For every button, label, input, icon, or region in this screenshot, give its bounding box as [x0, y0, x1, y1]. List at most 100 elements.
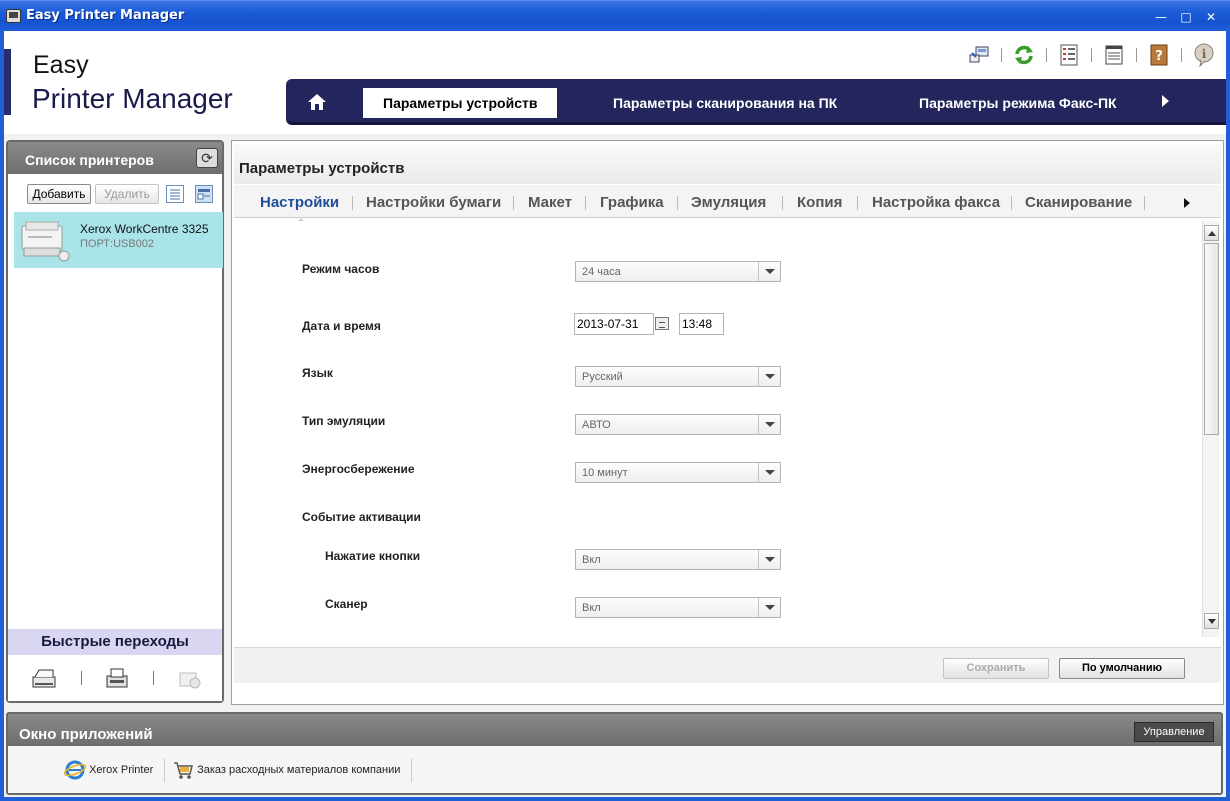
chevron-down-icon[interactable]	[758, 415, 780, 434]
list-view-icon[interactable]	[1057, 43, 1081, 67]
maximize-button[interactable]: □	[1177, 8, 1195, 26]
app-label: Заказ расходных материалов компании	[197, 764, 401, 776]
tab-graphics[interactable]: Графика	[600, 194, 664, 211]
printer-list-panel: Список принтеров ⟳ Добавить Удалить Xero…	[6, 140, 224, 703]
home-icon[interactable]	[306, 92, 328, 112]
clock-mode-value: 24 часа	[582, 266, 621, 278]
language-label: Язык	[302, 366, 333, 380]
tabs-scroll-right-icon[interactable]	[1184, 198, 1190, 208]
calendar-icon[interactable]	[655, 317, 669, 330]
printer-list-header: Список принтеров ⟳	[8, 142, 222, 174]
tab-settings[interactable]: Настройки	[260, 194, 339, 211]
default-button[interactable]: По умолчанию	[1059, 658, 1185, 679]
tab-separator	[352, 196, 353, 210]
quick-jump-separator	[153, 671, 154, 685]
nav-tab-device-settings[interactable]: Параметры устройств	[363, 88, 558, 118]
tab-separator	[782, 196, 783, 210]
button-press-select[interactable]: Вкл	[575, 549, 781, 570]
language-value: Русский	[582, 371, 623, 383]
tab-emulation[interactable]: Эмуляция	[691, 194, 766, 211]
vertical-scrollbar[interactable]	[1202, 221, 1219, 637]
scanner-select[interactable]: Вкл	[575, 597, 781, 618]
panel-title: Параметры устройств	[239, 160, 405, 177]
chevron-down-icon[interactable]	[758, 598, 780, 617]
emulation-type-value: АВТО	[582, 419, 611, 431]
app-xerox-printer[interactable]: Xerox Printer	[63, 758, 154, 782]
ie-icon	[63, 760, 87, 780]
scroll-up-button[interactable]	[1204, 225, 1219, 241]
tab-separator	[513, 196, 514, 210]
close-button[interactable]: ✕	[1202, 8, 1220, 26]
date-input[interactable]: 2013-07-31	[574, 313, 654, 335]
add-printer-button[interactable]: Добавить	[27, 184, 91, 204]
quick-jump-bar	[8, 655, 222, 701]
toolbar-separator	[1001, 48, 1002, 62]
main-nav: Параметры устройств Параметры сканирован…	[286, 79, 1226, 125]
printer-list-title: Список принтеров	[25, 152, 154, 168]
settings-icon[interactable]	[177, 667, 203, 691]
manage-button[interactable]: Управление	[1134, 722, 1214, 742]
tab-copy[interactable]: Копия	[797, 194, 842, 211]
panel-header: Параметры устройств	[234, 144, 1221, 184]
refresh-printers-button[interactable]: ⟳	[196, 148, 218, 168]
scanner-icon[interactable]	[31, 667, 57, 691]
list-view-icon[interactable]	[166, 185, 184, 203]
nav-tab-scan-to-pc[interactable]: Параметры сканирования на ПК	[613, 88, 837, 118]
tab-separator	[677, 196, 678, 210]
power-save-value: 10 минут	[582, 467, 628, 479]
chevron-down-icon[interactable]	[758, 550, 780, 569]
cart-icon	[174, 762, 193, 779]
printer-list-item[interactable]: Xerox WorkCentre 3325 ПОРТ:USB002	[14, 212, 223, 268]
tab-paper-settings[interactable]: Настройки бумаги	[366, 194, 501, 211]
save-button[interactable]: Сохранить	[943, 658, 1049, 679]
tab-separator	[585, 196, 586, 210]
printer-icon	[18, 218, 72, 262]
quick-jump-separator	[81, 671, 82, 685]
printer-list-toolbar: Добавить Удалить	[8, 174, 222, 210]
scanner-label: Сканер	[325, 597, 368, 611]
app-label: Xerox Printer	[89, 764, 154, 776]
detail-view-icon[interactable]	[195, 185, 213, 203]
clock-mode-label: Режим часов	[302, 262, 380, 276]
power-save-select[interactable]: 10 минут	[575, 462, 781, 483]
apps-separator	[411, 758, 412, 782]
svg-text:i: i	[1202, 47, 1207, 61]
info-icon[interactable]: i	[1192, 43, 1216, 67]
nav-tab-fax-to-pc[interactable]: Параметры режима Факс-ПК	[919, 88, 1117, 118]
nav-scroll-right-icon[interactable]	[1162, 95, 1169, 107]
chevron-down-icon[interactable]	[758, 463, 780, 482]
power-save-label: Энергосбережение	[302, 462, 415, 476]
minimize-button[interactable]: —	[1152, 8, 1170, 26]
language-select[interactable]: Русский	[575, 366, 781, 387]
wakeup-event-label: Событие активации	[302, 510, 421, 524]
clock-mode-select[interactable]: 24 часа	[575, 261, 781, 282]
fax-icon[interactable]	[104, 667, 130, 691]
printer-name: Xerox WorkCentre 3325	[80, 222, 209, 236]
app-supplies-order[interactable]: Заказ расходных материалов компании	[172, 758, 400, 782]
tab-layout[interactable]: Макет	[528, 194, 572, 211]
toolbar-separator	[1091, 48, 1092, 62]
refresh-icon[interactable]	[1012, 43, 1036, 67]
toolbar-separator	[1181, 48, 1182, 62]
emulation-type-select[interactable]: АВТО	[575, 414, 781, 435]
device-settings-panel: Параметры устройств Настройки Настройки …	[231, 140, 1224, 705]
apps-panel: Окно приложений Управление Xerox Printer…	[6, 712, 1223, 795]
panel-footer: Сохранить По умолчанию	[234, 647, 1221, 683]
tab-scan[interactable]: Сканирование	[1025, 194, 1132, 211]
table-view-icon[interactable]	[1102, 43, 1126, 67]
apps-separator	[164, 758, 165, 782]
printer-connect-icon[interactable]	[967, 43, 991, 67]
help-book-icon[interactable]: ?	[1147, 43, 1171, 67]
time-input[interactable]: 13:48	[679, 313, 724, 335]
window-title: Easy Printer Manager	[26, 8, 185, 23]
header-accent	[4, 49, 11, 115]
chevron-down-icon[interactable]	[758, 262, 780, 281]
chevron-down-icon[interactable]	[758, 367, 780, 386]
scroll-thumb[interactable]	[1204, 243, 1219, 435]
app-header: Easy Printer Manager ? i Параметры устро…	[4, 31, 1226, 134]
quick-jump-title: Быстрые переходы	[8, 629, 222, 655]
delete-printer-button[interactable]: Удалить	[95, 184, 159, 204]
tab-fax-setup[interactable]: Настройка факса	[872, 194, 1000, 211]
apps-header: Окно приложений Управление	[8, 714, 1221, 746]
scroll-down-button[interactable]	[1204, 613, 1219, 629]
